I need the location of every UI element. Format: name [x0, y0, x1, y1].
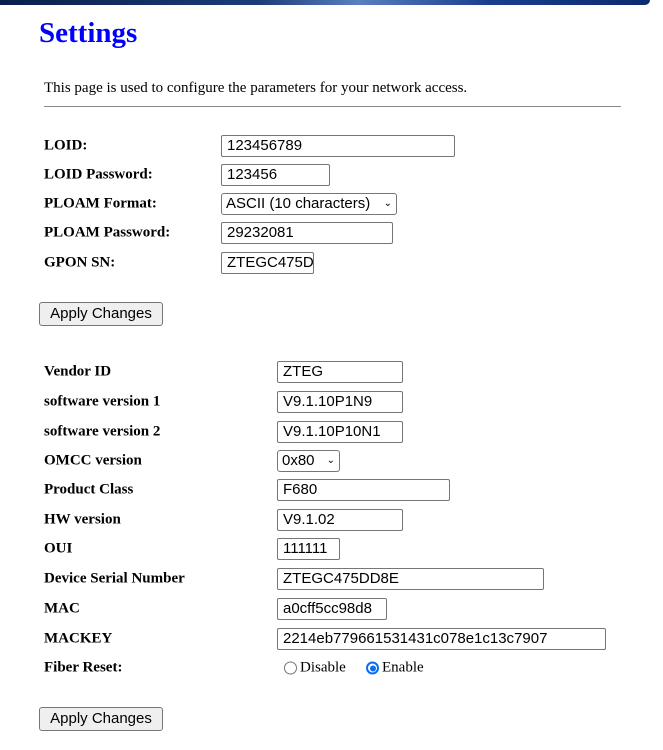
- product-class-label: Product Class: [44, 481, 134, 498]
- loid-password-label: LOID Password:: [44, 166, 153, 183]
- omcc-value: 0x80: [282, 452, 315, 469]
- sw1-label: software version 1: [44, 393, 161, 410]
- gpon-sn-label: GPON SN:: [44, 254, 116, 271]
- ploam-password-input[interactable]: 29232081: [221, 222, 393, 244]
- chevron-down-icon: ⌄: [326, 455, 335, 466]
- ploam-format-label: PLOAM Format:: [44, 195, 157, 212]
- ploam-password-label: PLOAM Password:: [44, 224, 171, 241]
- apply-changes-button[interactable]: Apply Changes: [39, 302, 163, 326]
- hw-version-label: HW version: [44, 511, 121, 528]
- sw2-input[interactable]: V9.1.10P10N1: [277, 421, 403, 443]
- mac-input[interactable]: a0cff5cc98d8: [277, 598, 387, 620]
- top-banner: [0, 0, 650, 5]
- divider: [44, 106, 621, 107]
- sw2-label: software version 2: [44, 423, 161, 440]
- fiber-reset-disable-radio[interactable]: Disable: [284, 660, 346, 677]
- fiber-reset-enable-radio[interactable]: Enable: [366, 660, 424, 677]
- apply-changes-button-2[interactable]: Apply Changes: [39, 707, 163, 731]
- hw-version-input[interactable]: V9.1.02: [277, 509, 403, 531]
- ploam-format-select[interactable]: ASCII (10 characters) ⌄: [221, 193, 397, 215]
- mackey-label: MACKEY: [44, 630, 113, 647]
- mackey-input[interactable]: 2214eb779661531431c078e1c13c7907: [277, 628, 606, 650]
- page-title: Settings: [39, 17, 138, 49]
- disable-label: Disable: [300, 659, 346, 676]
- serial-label: Device Serial Number: [44, 570, 185, 587]
- loid-password-input[interactable]: 123456: [221, 164, 330, 186]
- sw1-input[interactable]: V9.1.10P1N9: [277, 391, 403, 413]
- loid-input[interactable]: 123456789: [221, 135, 455, 157]
- page-description: This page is used to configure the param…: [44, 80, 468, 96]
- enable-label: Enable: [382, 659, 424, 676]
- chevron-down-icon: ⌄: [383, 198, 392, 209]
- ploam-format-value: ASCII (10 characters): [226, 195, 371, 212]
- oui-label: OUI: [44, 540, 73, 557]
- radio-checked-icon[interactable]: [366, 661, 379, 675]
- gpon-sn-input[interactable]: ZTEGC475D: [221, 252, 314, 274]
- oui-input[interactable]: 111111: [277, 538, 340, 560]
- mac-label: MAC: [44, 600, 80, 617]
- loid-label: LOID:: [44, 137, 88, 154]
- vendor-id-input[interactable]: ZTEG: [277, 361, 403, 383]
- vendor-id-label: Vendor ID: [44, 363, 112, 380]
- product-class-input[interactable]: F680: [277, 479, 450, 501]
- serial-input[interactable]: ZTEGC475DD8E: [277, 568, 544, 590]
- omcc-select[interactable]: 0x80 ⌄: [277, 450, 340, 472]
- fiber-reset-label: Fiber Reset:: [44, 659, 123, 676]
- omcc-label: OMCC version: [44, 452, 142, 469]
- radio-unchecked-icon[interactable]: [284, 661, 297, 675]
